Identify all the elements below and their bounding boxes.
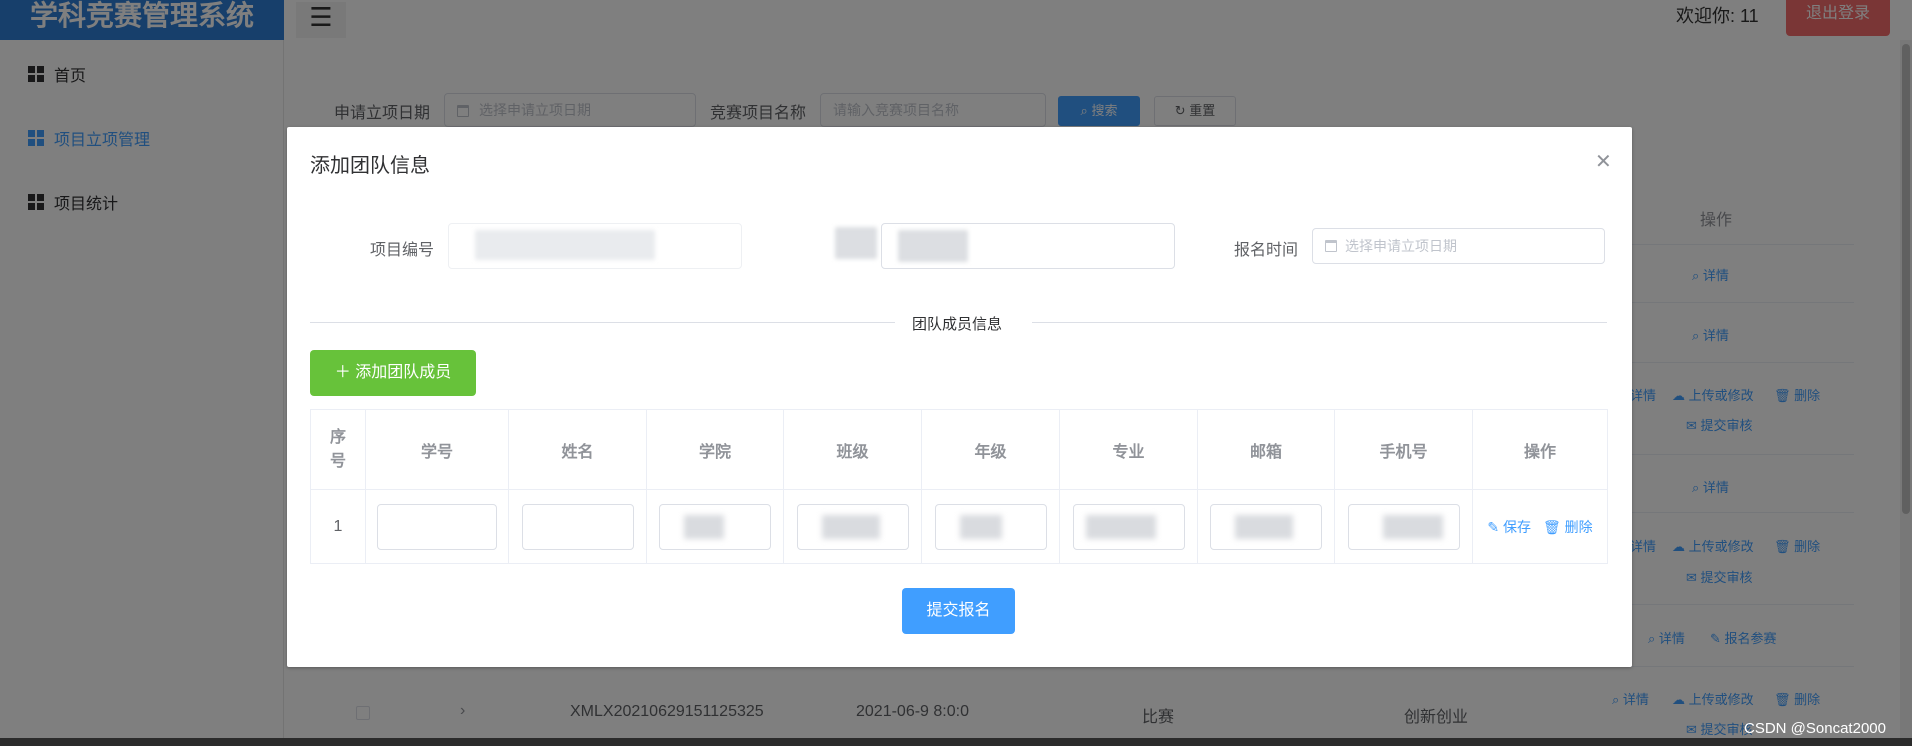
table-header-row: 序号 学号 姓名 学院 班级 年级 专业 邮箱 手机号 操作 xyxy=(310,409,1608,490)
add-team-member-button[interactable]: ＋ 添加团队成员 xyxy=(310,350,476,396)
student-id-input[interactable] xyxy=(377,503,497,550)
header-operation: 操作 xyxy=(1472,409,1608,490)
header-email: 邮箱 xyxy=(1197,409,1335,490)
team-member-table: 序号 学号 姓名 学院 班级 年级 专业 邮箱 手机号 操作 1 ✎ 保存 🗑 … xyxy=(310,409,1608,564)
redacted-value xyxy=(821,514,880,539)
redacted-field-input[interactable] xyxy=(881,223,1175,269)
add-team-dialog: 添加团队信息 ✕ 项目编号 报名时间 选择申请立项日期 团队成员信息 ＋ 添加团… xyxy=(287,127,1632,667)
redacted-value xyxy=(959,514,1002,539)
grade-input[interactable] xyxy=(934,503,1047,550)
close-icon[interactable]: ✕ xyxy=(1595,149,1612,174)
phone-input[interactable] xyxy=(1347,503,1460,550)
signup-time-placeholder: 选择申请立项日期 xyxy=(1345,238,1457,254)
row-index: 1 xyxy=(310,489,366,564)
email-input[interactable] xyxy=(1210,503,1322,550)
redacted-value xyxy=(1085,514,1156,539)
divider-line-right xyxy=(1032,322,1607,323)
redacted-value xyxy=(475,230,655,260)
edit-icon: ✎ xyxy=(1487,518,1503,535)
signup-time-input[interactable]: 选择申请立项日期 xyxy=(1312,228,1605,264)
trash-icon: 🗑 xyxy=(1542,518,1565,535)
project-no-input[interactable] xyxy=(448,223,742,269)
redacted-value xyxy=(898,230,968,262)
submit-registration-button[interactable]: 提交报名 xyxy=(902,588,1015,634)
header-name: 姓名 xyxy=(508,409,647,490)
plus-icon: ＋ xyxy=(334,364,356,381)
watermark-text: CSDN @Soncat2000 xyxy=(1744,720,1886,737)
dialog-title: 添加团队信息 xyxy=(310,155,430,177)
class-input[interactable] xyxy=(796,503,909,550)
save-link[interactable]: ✎ 保存 xyxy=(1487,519,1531,535)
save-link-label: 保存 xyxy=(1502,518,1531,535)
header-phone: 手机号 xyxy=(1334,409,1473,490)
header-major: 专业 xyxy=(1059,409,1198,490)
major-input[interactable] xyxy=(1072,503,1185,550)
delete-link[interactable]: 🗑 删除 xyxy=(1543,519,1593,535)
college-input[interactable] xyxy=(659,503,771,550)
divider-line-left xyxy=(310,322,895,323)
redacted-value xyxy=(684,514,724,539)
header-class: 班级 xyxy=(783,409,922,490)
redacted-value xyxy=(1235,514,1293,539)
name-input[interactable] xyxy=(521,503,634,550)
team-members-divider: 团队成员信息 xyxy=(912,316,1003,333)
table-row: 1 ✎ 保存 🗑 删除 xyxy=(310,489,1608,564)
header-grade: 年级 xyxy=(921,409,1060,490)
taskbar-strip xyxy=(0,738,1912,746)
redacted-value xyxy=(1382,514,1443,539)
project-no-label: 项目编号 xyxy=(370,242,435,259)
signup-time-label: 报名时间 xyxy=(1234,242,1299,259)
header-index: 序号 xyxy=(310,409,366,490)
add-team-member-label: 添加团队成员 xyxy=(355,364,452,381)
redacted-label xyxy=(835,227,877,259)
header-student-id: 学号 xyxy=(365,409,509,490)
header-college: 学院 xyxy=(646,409,784,490)
calendar-icon xyxy=(1325,240,1337,252)
delete-link-label: 删除 xyxy=(1564,518,1593,535)
